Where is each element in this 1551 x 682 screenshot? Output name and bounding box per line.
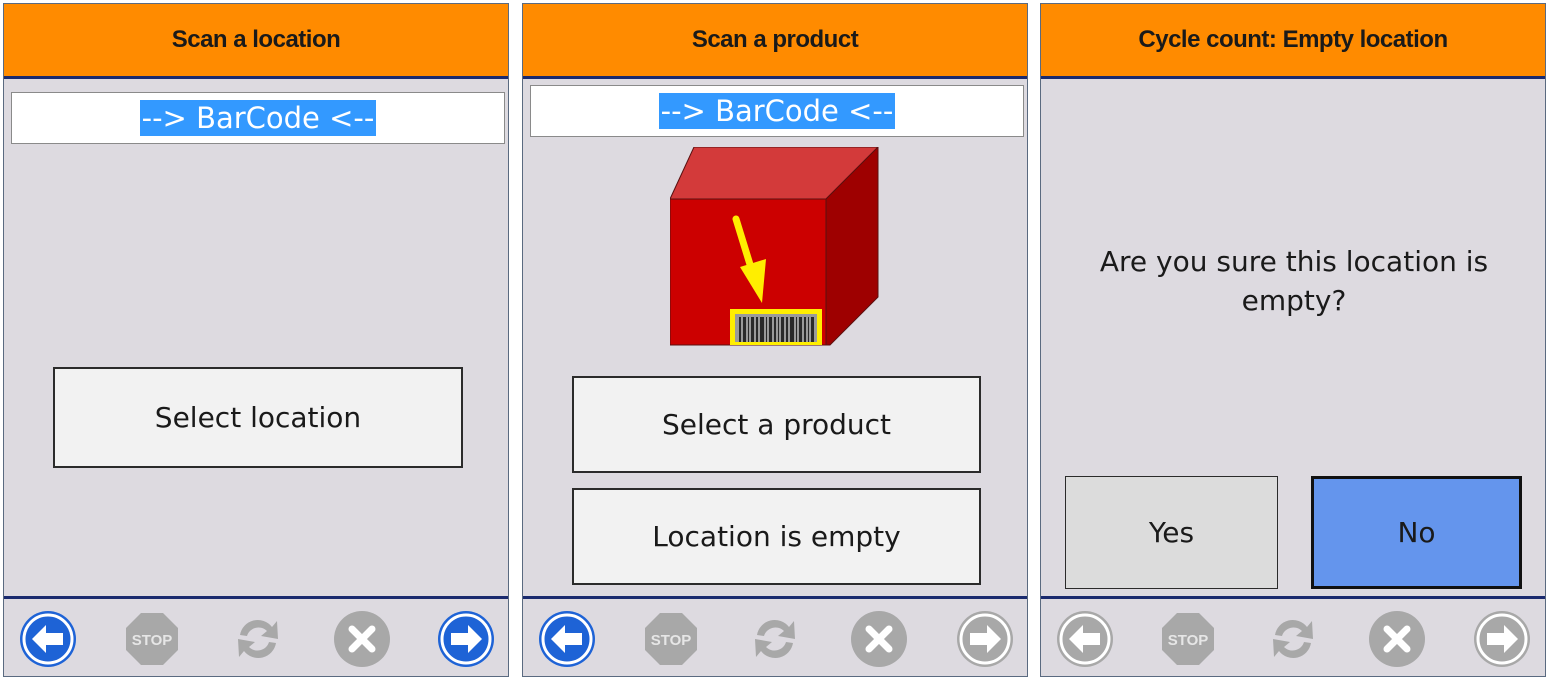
product-box-illustration [669,145,882,351]
back-icon [539,611,595,667]
stop-button[interactable]: STOP [122,609,182,669]
refresh-icon [1273,619,1313,659]
select-location-button[interactable]: Select location [53,367,463,468]
yes-button[interactable]: Yes [1065,476,1278,589]
refresh-button[interactable] [745,609,805,669]
cancel-button[interactable] [849,609,909,669]
forward-button[interactable] [436,609,496,669]
cancel-icon [851,611,907,667]
back-button[interactable] [18,609,78,669]
refresh-icon [238,619,278,659]
cancel-icon [334,611,390,667]
refresh-button[interactable] [228,609,288,669]
stop-text: STOP [132,632,173,649]
screen-title: Scan a product [691,26,859,53]
confirm-empty-location-screen: Cycle count: Empty location Are you sure… [1040,3,1546,677]
forward-icon [438,611,494,667]
barcode-input[interactable]: --> BarCode <-- [530,85,1024,137]
back-icon [20,611,76,667]
forward-button[interactable] [955,609,1015,669]
barcode-value: --> BarCode <-- [139,100,377,136]
navigation-toolbar: STOP [4,596,508,676]
cancel-button[interactable] [1367,609,1427,669]
forward-icon [1474,611,1530,667]
stop-text: STOP [651,632,692,649]
screen-header: Cycle count: Empty location [1041,4,1545,79]
scan-product-screen: Scan a product --> BarCode <-- Select a … [522,3,1028,677]
stop-icon: STOP [1162,613,1214,665]
refresh-button[interactable] [1263,609,1323,669]
back-button[interactable] [1055,609,1115,669]
screen-title: Scan a location [171,26,341,53]
stop-button[interactable]: STOP [1158,609,1218,669]
confirmation-question: Are you sure this location is empty? [1099,245,1489,317]
scan-location-screen: Scan a location --> BarCode <-- Select l… [3,3,509,677]
stop-button[interactable]: STOP [641,609,701,669]
location-empty-button[interactable]: Location is empty [572,488,981,585]
select-product-button[interactable]: Select a product [572,376,981,473]
navigation-toolbar: STOP [523,596,1027,676]
stop-icon: STOP [645,613,697,665]
cancel-button[interactable] [332,609,392,669]
refresh-icon [755,619,795,659]
no-button[interactable]: No [1311,476,1522,589]
stop-text: STOP [1168,632,1209,649]
stop-icon: STOP [126,613,178,665]
forward-button[interactable] [1472,609,1532,669]
screen-header: Scan a product [523,4,1027,79]
cancel-icon [1369,611,1425,667]
barcode-value: --> BarCode <-- [658,93,896,129]
screen-header: Scan a location [4,4,508,79]
forward-icon [957,611,1013,667]
back-button[interactable] [537,609,597,669]
barcode-input[interactable]: --> BarCode <-- [11,92,505,144]
back-icon [1057,611,1113,667]
navigation-toolbar: STOP [1041,596,1545,676]
screen-title: Cycle count: Empty location [1138,26,1448,53]
